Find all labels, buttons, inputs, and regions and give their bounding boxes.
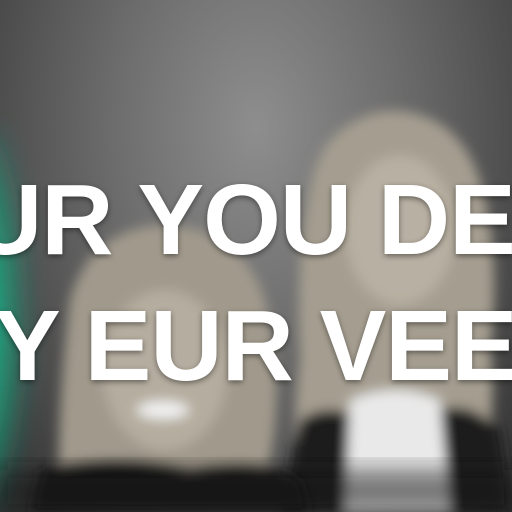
- caption-line-1: UR YOU DEN: [0, 170, 512, 270]
- video-frame: UR YOU DEN Y EUR VEED: [0, 0, 512, 512]
- caption-line-2: Y EUR VEED: [0, 296, 512, 396]
